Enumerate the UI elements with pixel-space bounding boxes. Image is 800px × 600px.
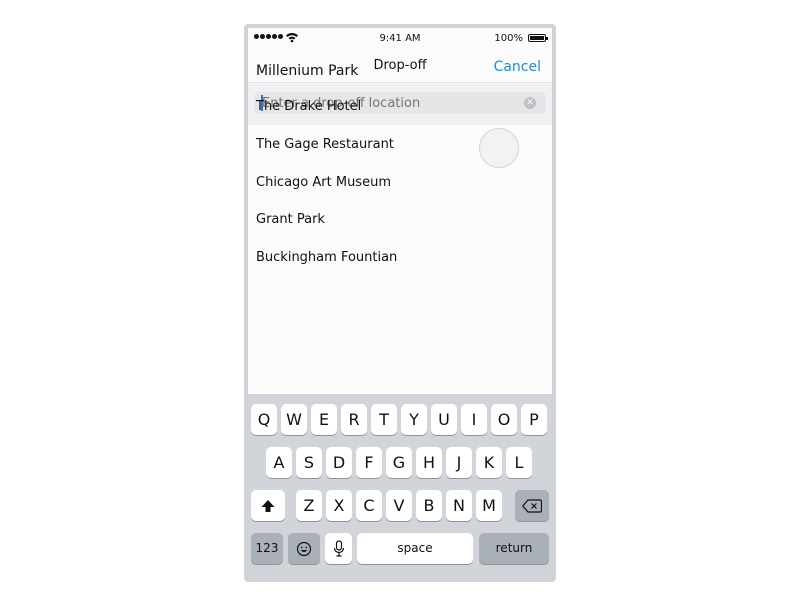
key-p[interactable]: P bbox=[521, 404, 547, 435]
space-key[interactable]: space bbox=[357, 533, 473, 564]
key-i[interactable]: I bbox=[461, 404, 487, 435]
keyboard: Q W E R T Y U I O P A S D F G H J K L Z … bbox=[248, 394, 552, 578]
microphone-icon bbox=[333, 540, 344, 557]
nav-divider bbox=[248, 82, 552, 83]
key-e[interactable]: E bbox=[311, 404, 337, 435]
phone-frame: 9:41 AM 100% Drop-off Millenium Park Can… bbox=[244, 24, 556, 582]
previous-location-label: Millenium Park bbox=[256, 63, 359, 79]
location-item[interactable]: The Gage Restaurant bbox=[256, 137, 394, 152]
key-g[interactable]: G bbox=[386, 447, 412, 478]
shift-icon bbox=[261, 500, 275, 512]
key-u[interactable]: U bbox=[431, 404, 457, 435]
key-o[interactable]: O bbox=[491, 404, 517, 435]
location-item[interactable]: The Drake Hotel bbox=[256, 99, 361, 114]
key-a[interactable]: A bbox=[266, 447, 292, 478]
key-j[interactable]: J bbox=[446, 447, 472, 478]
location-item[interactable]: Buckingham Fountian bbox=[256, 250, 397, 265]
key-t[interactable]: T bbox=[371, 404, 397, 435]
key-h[interactable]: H bbox=[416, 447, 442, 478]
key-q[interactable]: Q bbox=[251, 404, 277, 435]
shift-key[interactable] bbox=[251, 490, 285, 521]
backspace-icon bbox=[522, 499, 543, 513]
key-r[interactable]: R bbox=[341, 404, 367, 435]
key-y[interactable]: Y bbox=[401, 404, 427, 435]
key-l[interactable]: L bbox=[506, 447, 532, 478]
location-item[interactable]: Chicago Art Museum bbox=[256, 175, 391, 190]
cancel-button[interactable]: Cancel bbox=[494, 59, 541, 75]
key-f[interactable]: F bbox=[356, 447, 382, 478]
location-item[interactable]: Grant Park bbox=[256, 212, 325, 227]
backspace-key[interactable] bbox=[515, 490, 549, 521]
numbers-key[interactable]: 123 bbox=[251, 533, 283, 564]
touch-indicator bbox=[479, 128, 519, 168]
emoji-icon bbox=[296, 541, 312, 557]
emoji-key[interactable] bbox=[288, 533, 320, 564]
key-z[interactable]: Z bbox=[296, 490, 322, 521]
clear-icon[interactable]: ✕ bbox=[524, 97, 536, 109]
key-n[interactable]: N bbox=[446, 490, 472, 521]
battery-percent: 100% bbox=[494, 33, 523, 44]
return-key[interactable]: return bbox=[479, 533, 549, 564]
key-d[interactable]: D bbox=[326, 447, 352, 478]
key-k[interactable]: K bbox=[476, 447, 502, 478]
battery-icon bbox=[528, 34, 548, 42]
key-x[interactable]: X bbox=[326, 490, 352, 521]
screen: 9:41 AM 100% Drop-off Millenium Park Can… bbox=[248, 28, 552, 578]
key-m[interactable]: M bbox=[476, 490, 502, 521]
key-v[interactable]: V bbox=[386, 490, 412, 521]
key-c[interactable]: C bbox=[356, 490, 382, 521]
key-b[interactable]: B bbox=[416, 490, 442, 521]
key-s[interactable]: S bbox=[296, 447, 322, 478]
status-bar: 9:41 AM 100% bbox=[248, 28, 552, 48]
key-w[interactable]: W bbox=[281, 404, 307, 435]
microphone-key[interactable] bbox=[325, 533, 352, 564]
